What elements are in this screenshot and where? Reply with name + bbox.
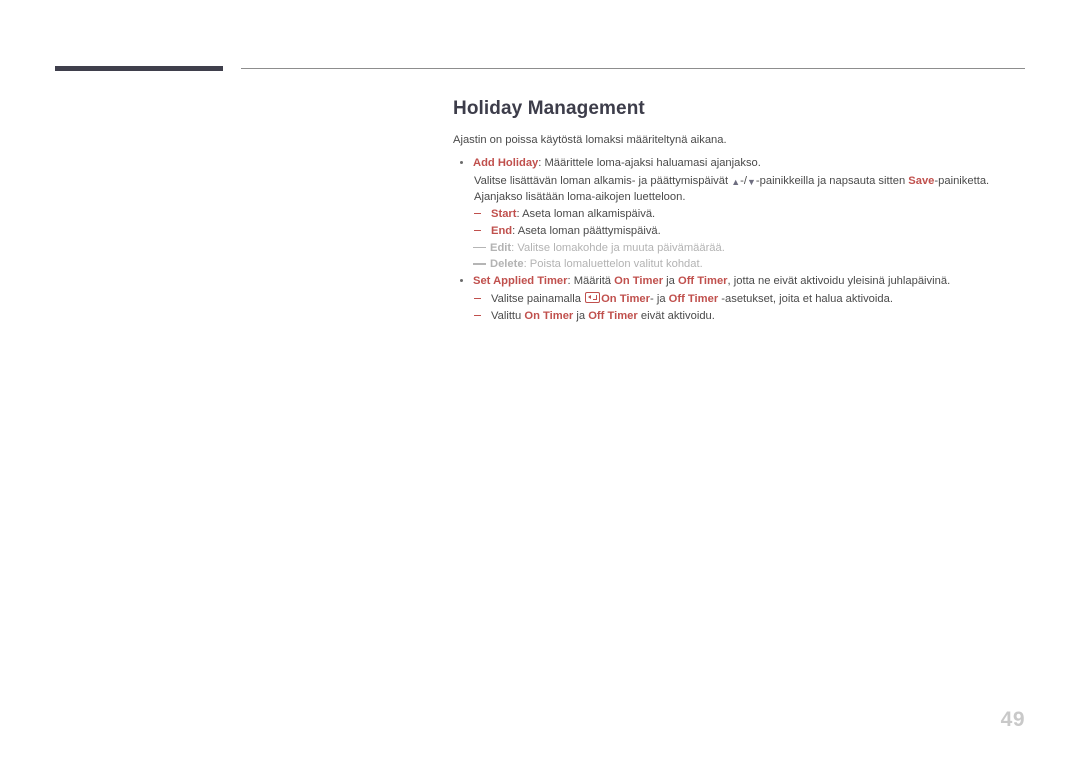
select-e: -asetukset, joita et halua aktivoida.: [718, 292, 893, 305]
desc-add-holiday: : Määrittele loma-ajaksi haluamasi ajanj…: [538, 157, 761, 170]
on-timer-label: On Timer: [601, 292, 650, 305]
down-arrow-key-icon: ▼: [746, 176, 756, 187]
subitem-start: Start: Aseta loman alkamispäivä.: [474, 206, 1028, 223]
page-title: Holiday Management: [453, 98, 645, 119]
term-add-holiday: Add Holiday: [473, 157, 539, 170]
list-item-set-applied-timer: Set Applied Timer: Määritä On Timer ja O…: [453, 273, 1028, 290]
dash-icon: [474, 212, 481, 215]
off-timer-label: Off Timer: [588, 309, 638, 322]
notact-a: Valittu: [491, 309, 525, 322]
off-timer-label: Off Timer: [668, 292, 719, 305]
on-timer-label: On Timer: [524, 309, 574, 322]
dash-icon: [474, 297, 481, 300]
desc-delete: : Poista lomaluettelon valitut kohdat.: [523, 258, 703, 271]
instruction-pre: Valitse lisättävän loman alkamis- ja pää…: [474, 174, 732, 187]
subitem-delete: Delete: Poista lomaluettelon valitut koh…: [473, 256, 1028, 273]
page-content: Holiday Management Ajastin on poissa käy…: [453, 98, 1028, 324]
desc-sat-e: , jotta ne eivät aktivoidu yleisinä juhl…: [727, 275, 951, 288]
desc-sat-c: ja: [663, 275, 678, 288]
set-applied-timer-subitems: Valitse painamalla On Timer- ja Off Time…: [453, 291, 1028, 325]
notact-e: eivät aktivoidu.: [637, 309, 715, 322]
subitem-end: End: Aseta loman päättymispäivä.: [474, 223, 1028, 240]
document-page: Holiday Management Ajastin on poissa käy…: [0, 0, 1080, 763]
instruction-post: -painiketta.: [934, 174, 990, 187]
dash-icon: [473, 263, 486, 265]
desc-end: : Aseta loman päättymispäivä.: [512, 224, 661, 237]
bullet-dot-icon: [460, 161, 463, 165]
bullet-dot-icon: [460, 279, 463, 283]
dash-icon: [474, 229, 481, 232]
select-a: Valitse painamalla: [491, 292, 585, 305]
term-set-applied-timer: Set Applied Timer: [473, 275, 568, 288]
feature-list: Add Holiday: Määrittele loma-ajaksi halu…: [453, 155, 1028, 324]
notact-c: ja: [573, 309, 589, 322]
term-start: Start: [491, 207, 517, 220]
save-label: Save: [908, 174, 935, 187]
list-item-add-holiday: Add Holiday: Määrittele loma-ajaksi halu…: [453, 155, 1028, 172]
subitem-timers-not-activated: Valittu On Timer ja Off Timer eivät akti…: [474, 308, 1028, 325]
add-holiday-instruction: Valitse lisättävän loman alkamis- ja pää…: [453, 173, 1028, 190]
on-timer-label: On Timer: [614, 275, 664, 288]
add-holiday-note: Ajanjakso lisätään loma-aikojen luettelo…: [474, 191, 686, 204]
instruction-mid2: -painikkeilla ja napsauta sitten: [755, 174, 909, 187]
desc-sat-a: : Määritä: [567, 275, 615, 288]
dash-icon: [473, 246, 486, 249]
header-rule-left: [55, 66, 223, 71]
intro-text: Ajastin on poissa käytöstä lomaksi määri…: [453, 134, 727, 146]
page-number: 49: [1000, 708, 1025, 731]
dash-icon: [474, 314, 481, 317]
term-delete: Delete: [490, 258, 524, 271]
header-rule-right: [241, 68, 1025, 69]
instruction-mid1: -/: [740, 174, 747, 187]
desc-edit: : Valitse lomakohde ja muuta päivämäärää…: [511, 241, 725, 254]
desc-start: : Aseta loman alkamispäivä.: [516, 207, 656, 220]
term-end: End: [491, 224, 513, 237]
subitem-edit: Edit: Valitse lomakohde ja muuta päivämä…: [473, 240, 1028, 257]
add-holiday-subitems: Start: Aseta loman alkamispäivä. End: As…: [453, 206, 1028, 273]
select-c: - ja: [650, 292, 669, 305]
subitem-select-timers: Valitse painamalla On Timer- ja Off Time…: [474, 291, 1028, 308]
up-arrow-key-icon: ▲: [731, 176, 741, 187]
enter-key-icon: [585, 291, 601, 303]
off-timer-label: Off Timer: [678, 275, 728, 288]
term-edit: Edit: [490, 241, 512, 254]
